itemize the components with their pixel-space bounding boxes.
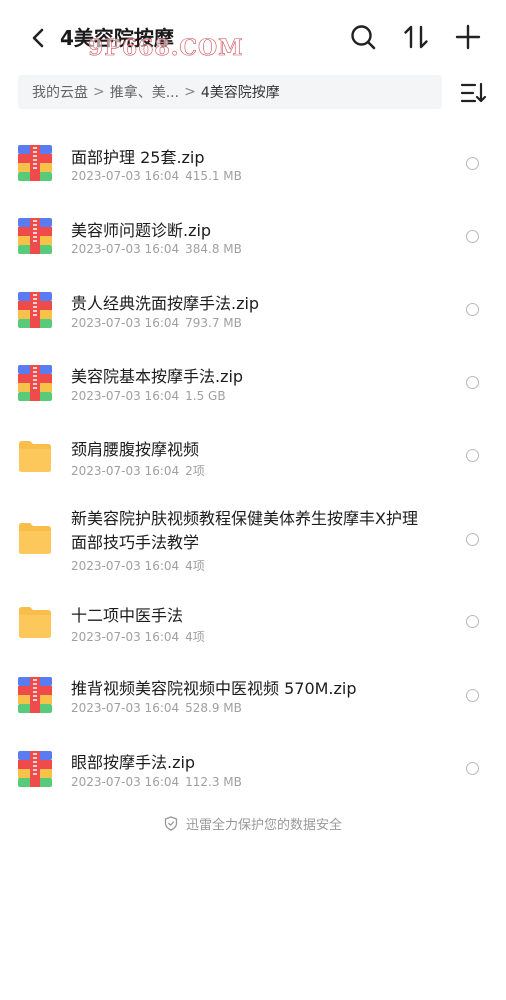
sort-button[interactable]: [458, 78, 490, 108]
zip-archive-icon: [18, 145, 52, 181]
plus-icon: [455, 24, 481, 50]
file-date: 2023-07-03 16:04: [71, 242, 180, 256]
file-name: 眼部按摩手法.zip: [71, 753, 196, 772]
breadcrumb-separator: >: [184, 84, 196, 100]
file-date: 2023-07-03 16:04: [71, 389, 180, 403]
list-item[interactable]: 新美容院护肤视频教程保健美体养生按摩丰X护理面部技巧手法教学 2023-07-0…: [0, 483, 506, 584]
select-radio[interactable]: [466, 376, 479, 389]
file-date: 2023-07-03 16:04: [71, 559, 180, 573]
file-date: 2023-07-03 16:04: [71, 316, 180, 330]
file-size: 793.7 MB: [185, 316, 242, 330]
file-name: 贵人经典洗面按摩手法.zip: [71, 294, 260, 313]
file-date: 2023-07-03 16:04: [71, 701, 180, 715]
select-radio[interactable]: [466, 303, 479, 316]
breadcrumb: 我的云盘 > 推拿、美... > 4美容院按摩: [18, 75, 442, 109]
select-radio[interactable]: [466, 533, 479, 546]
add-button[interactable]: [453, 22, 483, 52]
folder-icon: [19, 607, 51, 638]
file-date: 2023-07-03 16:04: [71, 169, 180, 183]
back-button[interactable]: [24, 24, 52, 52]
select-radio[interactable]: [466, 449, 479, 462]
folder-name: 颈肩腰腹按摩视频: [71, 440, 200, 459]
top-bar: 4美容院按摩 9P668.COM: [0, 0, 506, 74]
folder-name: 新美容院护肤视频教程保健美体养生按摩丰X护理面部技巧手法教学: [71, 509, 418, 552]
list-item[interactable]: 美容师问题诊断.zip 2023-07-03 16:04 384.8 MB: [0, 191, 506, 264]
file-meta: 2023-07-03 16:04 384.8 MB: [71, 242, 242, 256]
file-date: 2023-07-03 16:04: [71, 464, 180, 478]
file-meta: 2023-07-03 16:04 415.1 MB: [71, 169, 242, 183]
item-count: 4项: [185, 630, 205, 644]
file-meta: 2023-07-03 16:04 528.9 MB: [71, 701, 242, 715]
folder-name: 十二项中医手法: [71, 606, 184, 625]
shield-icon: [164, 816, 178, 831]
list-item[interactable]: 美容院基本按摩手法.zip 2023-07-03 16:04 1.5 GB: [0, 337, 506, 410]
file-size: 384.8 MB: [185, 242, 242, 256]
item-count: 2项: [185, 464, 205, 478]
sort-list-icon: [460, 82, 487, 103]
transfer-arrows-icon: [404, 25, 428, 49]
breadcrumb-separator: >: [93, 84, 105, 100]
list-item[interactable]: 推背视频美容院视频中医视频 570M.zip 2023-07-03 16:04 5…: [0, 657, 506, 730]
file-size: 415.1 MB: [185, 169, 242, 183]
file-name: 美容院基本按摩手法.zip: [71, 367, 244, 386]
zip-archive-icon: [18, 292, 52, 328]
file-size: 1.5 GB: [185, 389, 226, 403]
select-radio[interactable]: [466, 615, 479, 628]
select-radio[interactable]: [466, 762, 479, 775]
breadcrumb-root[interactable]: 我的云盘: [32, 82, 88, 102]
file-name: 面部护理 25套.zip: [71, 148, 205, 167]
security-text: 迅雷全力保护您的数据安全: [185, 818, 342, 833]
file-meta: 2023-07-03 16:04 4项: [71, 628, 205, 645]
file-name: 美容师问题诊断.zip: [71, 221, 212, 240]
search-button[interactable]: [348, 22, 378, 52]
file-name: 推背视频美容院视频中医视频 570M.zip: [71, 679, 357, 698]
chevron-left-icon: [32, 28, 44, 48]
file-meta: 2023-07-03 16:04 4项: [71, 557, 205, 574]
list-item[interactable]: 十二项中医手法 2023-07-03 16:04 4项: [0, 584, 506, 657]
security-footer: 迅雷全力保护您的数据安全: [0, 814, 506, 833]
item-count: 4项: [185, 559, 205, 573]
file-size: 112.3 MB: [185, 775, 242, 789]
zip-archive-icon: [18, 365, 52, 401]
zip-archive-icon: [18, 751, 52, 787]
file-date: 2023-07-03 16:04: [71, 775, 180, 789]
breadcrumb-current: 4美容院按摩: [200, 85, 280, 101]
file-meta: 2023-07-03 16:04 112.3 MB: [71, 775, 242, 789]
folder-icon: [19, 441, 51, 472]
watermark-logo: 9P668.COM: [88, 35, 244, 62]
select-radio[interactable]: [466, 157, 479, 170]
file-meta: 2023-07-03 16:04 2项: [71, 462, 205, 479]
file-size: 528.9 MB: [185, 701, 242, 715]
file-meta: 2023-07-03 16:04 1.5 GB: [71, 389, 226, 403]
list-item[interactable]: 颈肩腰腹按摩视频 2023-07-03 16:04 2项: [0, 410, 506, 483]
folder-icon: [19, 523, 51, 554]
breadcrumb-middle[interactable]: 推拿、美...: [110, 82, 179, 102]
list-item[interactable]: 面部护理 25套.zip 2023-07-03 16:04 415.1 MB: [0, 118, 506, 191]
file-date: 2023-07-03 16:04: [71, 630, 180, 644]
list-item[interactable]: 贵人经典洗面按摩手法.zip 2023-07-03 16:04 793.7 MB: [0, 264, 506, 337]
list-item[interactable]: 眼部按摩手法.zip 2023-07-03 16:04 112.3 MB: [0, 730, 506, 803]
transfer-button[interactable]: [401, 22, 431, 52]
zip-archive-icon: [18, 677, 52, 713]
search-icon: [351, 25, 376, 50]
file-meta: 2023-07-03 16:04 793.7 MB: [71, 316, 242, 330]
select-radio[interactable]: [466, 230, 479, 243]
zip-archive-icon: [18, 218, 52, 254]
select-radio[interactable]: [466, 689, 479, 702]
